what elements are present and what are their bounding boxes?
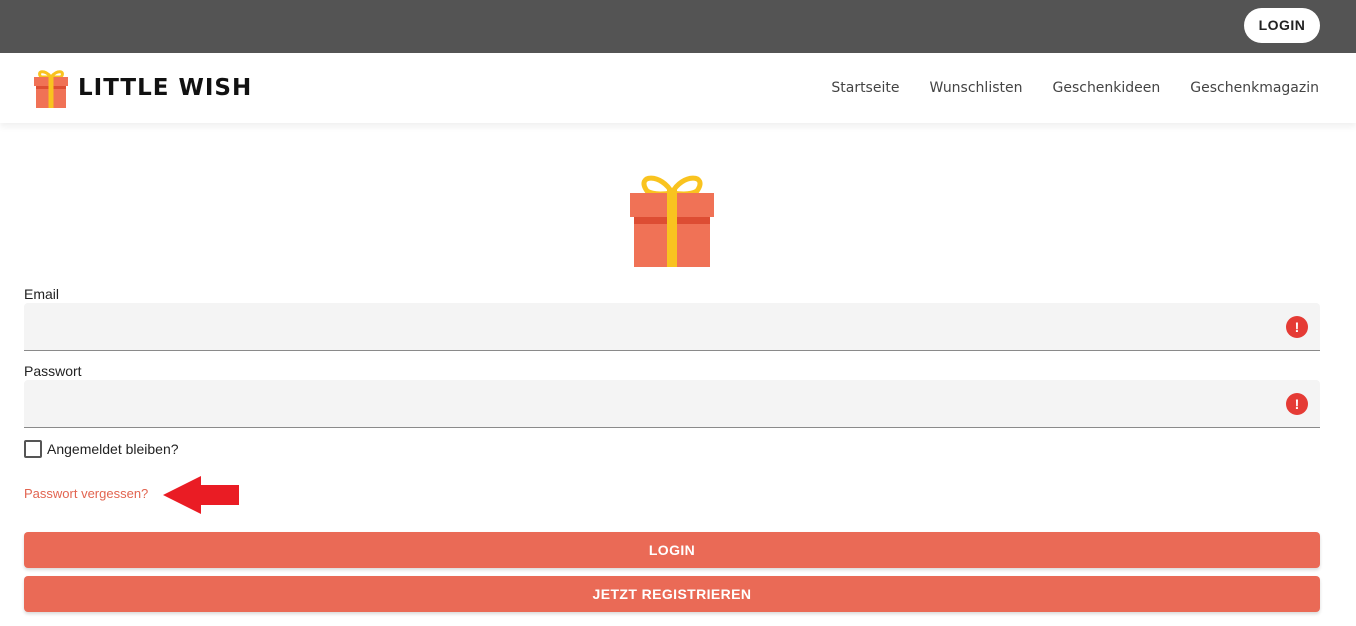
remember-checkbox[interactable] — [24, 440, 42, 458]
email-label: Email — [24, 286, 60, 302]
red-arrow-left-icon — [163, 476, 239, 514]
nav-geschenkideen[interactable]: Geschenkideen — [1052, 80, 1160, 96]
top-login-button[interactable]: LOGIN — [1244, 8, 1320, 43]
password-field[interactable] — [24, 380, 1320, 428]
brand-logo[interactable]: LITTLE WISH — [33, 67, 252, 109]
remember-label: Angemeldet bleiben? — [47, 441, 179, 457]
main-header: LITTLE WISH Startseite Wunschlisten Gesc… — [0, 53, 1356, 123]
login-button[interactable]: LOGIN — [24, 532, 1320, 568]
email-field[interactable] — [24, 303, 1320, 351]
remember-me[interactable]: Angemeldet bleiben? — [24, 439, 179, 459]
forgot-password-link[interactable]: Passwort vergessen? — [24, 486, 148, 501]
nav-geschenkmagazin[interactable]: Geschenkmagazin — [1190, 80, 1319, 96]
nav-startseite[interactable]: Startseite — [831, 80, 899, 96]
register-button[interactable]: JETZT REGISTRIEREN — [24, 576, 1320, 612]
password-error-icon: ! — [1286, 393, 1308, 415]
password-label: Passwort — [24, 363, 82, 379]
top-bar: LOGIN — [0, 0, 1356, 53]
nav-wunschlisten[interactable]: Wunschlisten — [929, 80, 1022, 96]
gift-icon — [34, 70, 68, 108]
brand-name: LITTLE WISH — [78, 75, 253, 101]
email-error-icon: ! — [1286, 316, 1308, 338]
main-nav: Startseite Wunschlisten Geschenkideen Ge… — [801, 53, 1319, 123]
gift-icon — [630, 175, 714, 267]
